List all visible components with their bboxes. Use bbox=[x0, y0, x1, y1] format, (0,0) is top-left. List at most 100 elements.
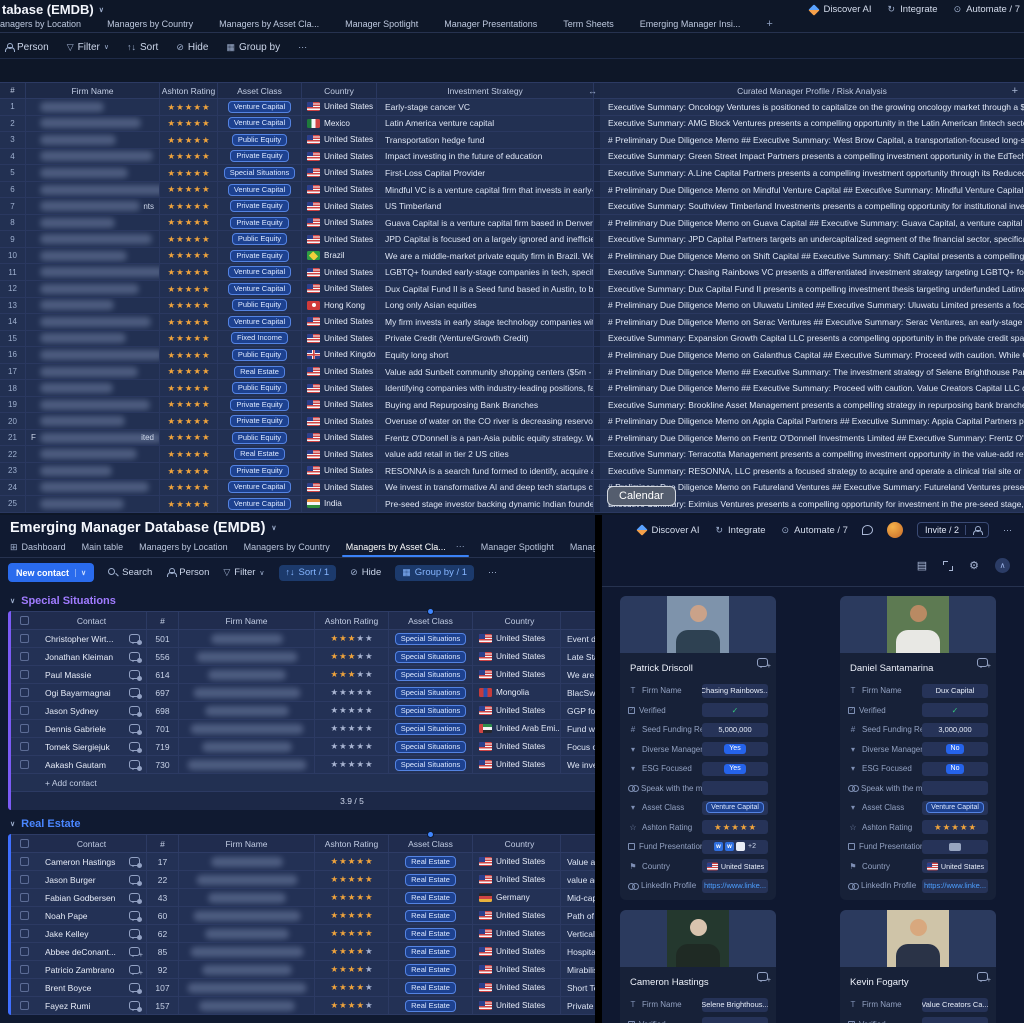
view-tab[interactable]: Managers by Country bbox=[107, 19, 193, 29]
card-field-row[interactable]: TFirm NameDux Capital bbox=[848, 684, 988, 697]
chat-count-icon[interactable] bbox=[129, 1001, 140, 1010]
table-row[interactable]: Brent Boyce107★★★★★Real EstateUnited Sta… bbox=[11, 979, 595, 997]
gallery-card[interactable]: Kevin FogartyTFirm NameValue Creators Ca… bbox=[840, 910, 996, 1023]
chat-add-icon[interactable] bbox=[129, 947, 140, 956]
checkbox[interactable] bbox=[20, 929, 29, 938]
table-row[interactable]: 23★★★★★Private EquityUnited StatesRESONN… bbox=[0, 463, 1024, 480]
table-row[interactable]: 5★★★★★Special SituationsUnited StatesFir… bbox=[0, 165, 1024, 182]
chat-count-icon[interactable] bbox=[129, 706, 140, 715]
integrate-button[interactable]: ↻Integrate bbox=[716, 525, 766, 536]
checkbox[interactable] bbox=[20, 911, 29, 920]
integrate-button[interactable]: ↻Integrate bbox=[888, 4, 938, 15]
table-row[interactable]: 1★★★★★Venture CapitalUnited StatesEarly-… bbox=[0, 99, 1024, 116]
card-field-row[interactable]: ▾ESG FocusedNo bbox=[848, 762, 988, 775]
table-row[interactable]: 16★★★★★Public EquityUnited KingdomEquity… bbox=[0, 347, 1024, 364]
card-field-row[interactable]: Speak with the mana... bbox=[628, 782, 768, 795]
card-field-row[interactable]: ✓Verified✓ bbox=[848, 704, 988, 717]
column-header[interactable]: Contact bbox=[37, 612, 147, 629]
view-tab-managers-by-location[interactable]: Managers by Location bbox=[139, 542, 228, 557]
column-header[interactable]: Asset Class bbox=[389, 612, 473, 629]
table-row[interactable]: 11★★★★★Venture CapitalUnited StatesLGBTQ… bbox=[0, 264, 1024, 281]
table-row[interactable]: 14★★★★★Venture CapitalUnited StatesMy fi… bbox=[0, 314, 1024, 331]
gallery-card[interactable]: Daniel SantamarinaTFirm NameDux Capital✓… bbox=[840, 596, 996, 900]
chat-add-icon[interactable] bbox=[977, 658, 988, 667]
column-header[interactable]: Ashton Rating bbox=[315, 835, 389, 852]
checkbox[interactable] bbox=[20, 875, 29, 884]
add-view-tab[interactable]: + bbox=[766, 18, 772, 30]
table-row[interactable]: 17★★★★★Real EstateUnited StatesValue add… bbox=[0, 364, 1024, 381]
chat-count-icon[interactable] bbox=[129, 742, 140, 751]
table-row[interactable]: 6★★★★★Venture CapitalUnited StatesMindfu… bbox=[0, 182, 1024, 199]
card-field-row[interactable]: ✓Verified bbox=[848, 1018, 988, 1023]
hide-button[interactable]: ⊘Hide bbox=[350, 567, 381, 578]
table-row[interactable]: Fayez Rumi157★★★★★Real EstateUnited Stat… bbox=[11, 997, 595, 1015]
table-row[interactable]: Patricio Zambrano92★★★★★Real EstateUnite… bbox=[11, 961, 595, 979]
table-row[interactable]: Jason Burger22★★★★★Real EstateUnited Sta… bbox=[11, 871, 595, 889]
add-contact-row[interactable]: + Add contact bbox=[11, 774, 595, 792]
chat-count-icon[interactable] bbox=[129, 634, 140, 643]
workspace-title[interactable]: tabase (EMDB) ∨ bbox=[2, 2, 104, 17]
card-field-row[interactable]: ▾Diverse ManagerYes bbox=[628, 743, 768, 756]
chat-add-icon[interactable] bbox=[129, 965, 140, 974]
checkbox[interactable] bbox=[20, 742, 29, 751]
chat-count-icon[interactable] bbox=[129, 893, 140, 902]
column-header[interactable]: Curated Manager Profile / Risk Analysis bbox=[600, 83, 1024, 98]
new-contact-button[interactable]: New contact ∨ bbox=[8, 563, 94, 582]
sort-button[interactable]: ↑↓Sort bbox=[127, 42, 158, 53]
column-header[interactable]: Ashton Rating bbox=[160, 83, 218, 98]
view-tab[interactable]: Manager Presentations bbox=[444, 19, 537, 29]
more-button[interactable]: ⋯ bbox=[488, 568, 497, 577]
view-tab[interactable]: Manager Spotlight bbox=[345, 19, 418, 29]
column-header[interactable]: # bbox=[0, 83, 26, 98]
table-row[interactable]: 10★★★★★Private EquityBrazilWe are a midd… bbox=[0, 248, 1024, 265]
group-header[interactable]: ∨Special Situations bbox=[0, 587, 595, 611]
checkbox[interactable] bbox=[20, 983, 29, 992]
person-button[interactable]: Person bbox=[166, 567, 209, 578]
column-header[interactable]: Asset Class bbox=[389, 835, 473, 852]
table-row[interactable]: 13★★★★★Public EquityHong KongLong only A… bbox=[0, 298, 1024, 315]
filter-button[interactable]: ▽Filter∨ bbox=[67, 42, 109, 53]
view-tab[interactable]: Term Sheets bbox=[563, 19, 614, 29]
linkedin-link[interactable]: https://www.linke... bbox=[702, 879, 768, 893]
view-tab[interactable]: anagers by Location bbox=[0, 19, 81, 29]
card-field-row[interactable]: LinkedIn Profilehttps://www.linke... bbox=[848, 879, 988, 892]
more-button[interactable]: ⋯ bbox=[298, 43, 307, 52]
board-view-icon[interactable]: ▤ bbox=[917, 559, 927, 572]
table-row[interactable]: 22★★★★★Real EstateUnited Statesvalue add… bbox=[0, 446, 1024, 463]
column-header[interactable]: Country bbox=[473, 835, 561, 852]
checkbox[interactable] bbox=[20, 965, 29, 974]
card-field-row[interactable]: ✓Verified✓ bbox=[628, 704, 768, 717]
sort-1-button[interactable]: ↑↓Sort / 1 bbox=[279, 565, 337, 581]
chat-count-icon[interactable] bbox=[129, 857, 140, 866]
card-field-row[interactable]: ▾Diverse ManagerNo bbox=[848, 743, 988, 756]
column-header[interactable]: Ashton Rating bbox=[315, 612, 389, 629]
table-row[interactable]: 18★★★★★Public EquityUnited StatesIdentif… bbox=[0, 380, 1024, 397]
view-tab[interactable]: Emerging Manager Insi... bbox=[640, 19, 741, 29]
column-header[interactable]: Firm Name bbox=[179, 835, 315, 852]
card-field-row[interactable]: ▾Asset ClassVenture Capital bbox=[848, 801, 988, 814]
table-row[interactable]: Abbee deConant...85★★★★★Real EstateUnite… bbox=[11, 943, 595, 961]
chat-count-icon[interactable] bbox=[129, 875, 140, 884]
checkbox[interactable] bbox=[20, 652, 29, 661]
table-row[interactable]: Noah Pape60★★★★★Real EstateUnited States… bbox=[11, 907, 595, 925]
card-field-row[interactable]: ⚑CountryUnited States bbox=[628, 860, 768, 873]
table-row[interactable]: 19★★★★★Private EquityUnited StatesBuying… bbox=[0, 397, 1024, 414]
table-row[interactable]: Jake Kelley62★★★★★Real EstateUnited Stat… bbox=[11, 925, 595, 943]
checkbox[interactable] bbox=[20, 688, 29, 697]
card-field-row[interactable]: LinkedIn Profilehttps://www.linke... bbox=[628, 879, 768, 892]
table-row[interactable]: Cameron Hastings17★★★★★Real EstateUnited… bbox=[11, 853, 595, 871]
chat-add-icon[interactable] bbox=[757, 972, 768, 981]
card-field-row[interactable]: #Seed Funding Reque...3,000,000 bbox=[848, 723, 988, 736]
chat-count-icon[interactable] bbox=[129, 929, 140, 938]
table-row[interactable]: Jonathan Kleiman556★★★★★Special Situatio… bbox=[11, 648, 595, 666]
hide-button[interactable]: ⊘Hide bbox=[176, 42, 208, 53]
checkbox[interactable] bbox=[20, 839, 29, 848]
table-row[interactable]: Ogi Bayarmagnai697★★★★★Special Situation… bbox=[11, 684, 595, 702]
table-row[interactable]: Fabian Godbersen43★★★★★Real EstateGerman… bbox=[11, 889, 595, 907]
invite-button[interactable]: Invite / 2 bbox=[917, 522, 989, 538]
table-row[interactable]: Paul Massie614★★★★★Special SituationsUni… bbox=[11, 666, 595, 684]
checkbox[interactable] bbox=[20, 893, 29, 902]
discover-ai-button[interactable]: Discover AI bbox=[638, 525, 699, 536]
column-header[interactable]: Country bbox=[302, 83, 377, 98]
group-by-1-button[interactable]: ▦Group by / 1 bbox=[395, 565, 474, 581]
